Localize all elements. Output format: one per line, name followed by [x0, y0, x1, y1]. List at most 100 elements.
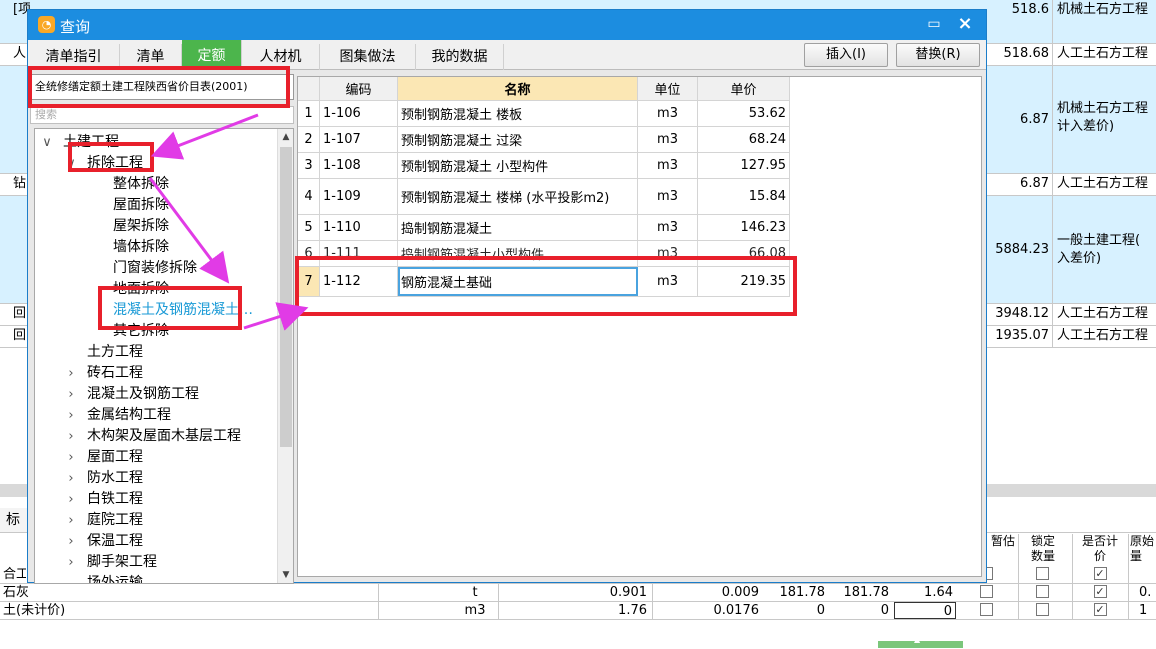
- row-code[interactable]: 1-107: [320, 127, 398, 152]
- panel-splitter[interactable]: [878, 635, 963, 648]
- search-input[interactable]: 搜索: [30, 106, 294, 124]
- tree-item[interactable]: 白铁工程: [87, 489, 143, 510]
- tree-item[interactable]: 脚手架工程: [87, 552, 157, 573]
- row-index[interactable]: 2: [298, 127, 320, 152]
- row-code[interactable]: 1-112: [320, 267, 398, 296]
- tree-item[interactable]: 木构架及屋面木基层工程: [87, 426, 241, 447]
- row-name[interactable]: 预制钢筋混凝土 过梁: [398, 127, 638, 152]
- scroll-down-icon[interactable]: ▼: [278, 567, 293, 583]
- lock-checkbox[interactable]: [1032, 566, 1052, 583]
- row-price[interactable]: 68.24: [698, 127, 790, 152]
- col-header-code[interactable]: 编码: [320, 77, 398, 100]
- row-unit[interactable]: m3: [638, 267, 698, 296]
- row-price[interactable]: 53.62: [698, 101, 790, 126]
- row-code[interactable]: 1-106: [320, 101, 398, 126]
- tree-item[interactable]: 墙体拆除: [113, 237, 169, 258]
- row-name[interactable]: 预制钢筋混凝土 楼板: [398, 101, 638, 126]
- chevron-right-icon[interactable]: ›: [65, 489, 77, 510]
- tree-item[interactable]: 屋架拆除: [113, 216, 169, 237]
- tab-bill[interactable]: 清单: [120, 44, 182, 70]
- tree-item-root[interactable]: 土建工程: [63, 132, 119, 153]
- chevron-right-icon[interactable]: ›: [65, 363, 77, 384]
- table-row[interactable]: 4 1-109 预制钢筋混凝土 楼梯 (水平投影m2) m3 15.84: [298, 179, 790, 215]
- bottom-tab[interactable]: 标: [0, 508, 30, 532]
- insert-button[interactable]: 插入(I): [804, 43, 888, 67]
- estimate-checkbox[interactable]: [976, 584, 996, 601]
- row-code[interactable]: 1-109: [320, 179, 398, 214]
- priced-checkbox[interactable]: [1090, 602, 1110, 619]
- tree-item[interactable]: 土方工程: [87, 342, 143, 363]
- tree-item[interactable]: 混凝土及钢筋工程: [87, 384, 199, 405]
- table-row[interactable]: 6 1-111 捣制钢筋混凝土小型构件 m3 66.08: [298, 241, 790, 267]
- replace-button[interactable]: 替换(R): [896, 43, 980, 67]
- chevron-right-icon[interactable]: ›: [65, 447, 77, 468]
- scroll-thumb[interactable]: [280, 147, 292, 447]
- row-code[interactable]: 1-111: [320, 241, 398, 266]
- col-header-name[interactable]: 名称: [398, 77, 638, 100]
- row-price[interactable]: 219.35: [698, 267, 790, 296]
- tree-item[interactable]: 其它拆除: [113, 321, 169, 342]
- row-index[interactable]: 6: [298, 241, 320, 266]
- row-price[interactable]: 127.95: [698, 153, 790, 178]
- row-name[interactable]: 钢筋混凝土基础: [398, 267, 638, 296]
- table-row[interactable]: 1 1-106 预制钢筋混凝土 楼板 m3 53.62: [298, 101, 790, 127]
- tree-item[interactable]: 屋面工程: [87, 447, 143, 468]
- tree-item[interactable]: 砖石工程: [87, 363, 143, 384]
- tree-item[interactable]: 整体拆除: [113, 174, 169, 195]
- tree-scrollbar[interactable]: ▲ ▼: [277, 129, 293, 583]
- tree-item[interactable]: 金属结构工程: [87, 405, 171, 426]
- bottom-row[interactable]: 土(未计价) m3 1.76 0.0176 0 0 0 1: [0, 602, 1156, 620]
- maximize-icon[interactable]: ▭: [924, 14, 944, 34]
- chevron-right-icon[interactable]: ›: [65, 384, 77, 405]
- row-index[interactable]: 5: [298, 215, 320, 240]
- row-index[interactable]: 3: [298, 153, 320, 178]
- row-unit[interactable]: m3: [638, 215, 698, 240]
- row-unit[interactable]: m3: [638, 179, 698, 214]
- lock-checkbox[interactable]: [1032, 602, 1052, 619]
- tab-quota[interactable]: 定额: [182, 40, 242, 70]
- chevron-right-icon[interactable]: ›: [65, 510, 77, 531]
- tree-item-demolition[interactable]: 拆除工程: [87, 153, 143, 174]
- row-unit[interactable]: m3: [638, 127, 698, 152]
- tab-my-data[interactable]: 我的数据: [416, 44, 504, 70]
- row-name[interactable]: 预制钢筋混凝土 楼梯 (水平投影m2): [398, 179, 638, 214]
- priced-checkbox[interactable]: [1090, 566, 1110, 583]
- table-row[interactable]: 5 1-110 捣制钢筋混凝土 m3 146.23: [298, 215, 790, 241]
- tree-item[interactable]: 场外运输: [87, 573, 143, 583]
- table-row[interactable]: 2 1-107 预制钢筋混凝土 过梁 m3 68.24: [298, 127, 790, 153]
- row-index[interactable]: 1: [298, 101, 320, 126]
- tab-atlas-method[interactable]: 图集做法: [320, 44, 416, 70]
- bottom-row[interactable]: 石灰 t 0.901 0.009 181.78 181.78 1.64 0.: [0, 584, 1156, 602]
- chevron-right-icon[interactable]: ›: [65, 405, 77, 426]
- tree-item[interactable]: 屋面拆除: [113, 195, 169, 216]
- row-index[interactable]: 4: [298, 179, 320, 214]
- row-price[interactable]: 66.08: [698, 241, 790, 266]
- row-index[interactable]: 7: [298, 267, 320, 296]
- chevron-right-icon[interactable]: ›: [65, 531, 77, 552]
- row-value-editing[interactable]: 0: [894, 602, 956, 619]
- priced-checkbox[interactable]: [1090, 584, 1110, 601]
- lock-checkbox[interactable]: [1032, 584, 1052, 601]
- chevron-down-icon[interactable]: ∨: [41, 132, 53, 153]
- chevron-right-icon[interactable]: ›: [65, 552, 77, 573]
- tree-item-selected[interactable]: 混凝土及钢筋混凝土…: [113, 300, 253, 321]
- row-code[interactable]: 1-108: [320, 153, 398, 178]
- row-price[interactable]: 146.23: [698, 215, 790, 240]
- row-unit[interactable]: m3: [638, 153, 698, 178]
- chevron-right-icon[interactable]: ›: [65, 426, 77, 447]
- table-row-selected[interactable]: 7 1-112 钢筋混凝土基础 m3 219.35: [298, 267, 790, 297]
- library-select[interactable]: 全统修缮定额土建工程陕西省价目表(2001): [30, 74, 294, 100]
- tree-item[interactable]: 地面拆除: [113, 279, 169, 300]
- col-header-unit[interactable]: 单位: [638, 77, 698, 100]
- chevron-down-icon[interactable]: ∨: [65, 153, 77, 174]
- row-code[interactable]: 1-110: [320, 215, 398, 240]
- tree-item[interactable]: 庭院工程: [87, 510, 143, 531]
- tree-item[interactable]: 保温工程: [87, 531, 143, 552]
- row-name[interactable]: 捣制钢筋混凝土小型构件: [398, 241, 638, 266]
- row-unit[interactable]: m3: [638, 101, 698, 126]
- tab-labor-material-machine[interactable]: 人材机: [242, 44, 320, 70]
- close-icon[interactable]: ×: [954, 13, 976, 35]
- tab-bill-guide[interactable]: 清单指引: [28, 44, 120, 70]
- scroll-up-icon[interactable]: ▲: [278, 129, 293, 145]
- row-price[interactable]: 15.84: [698, 179, 790, 214]
